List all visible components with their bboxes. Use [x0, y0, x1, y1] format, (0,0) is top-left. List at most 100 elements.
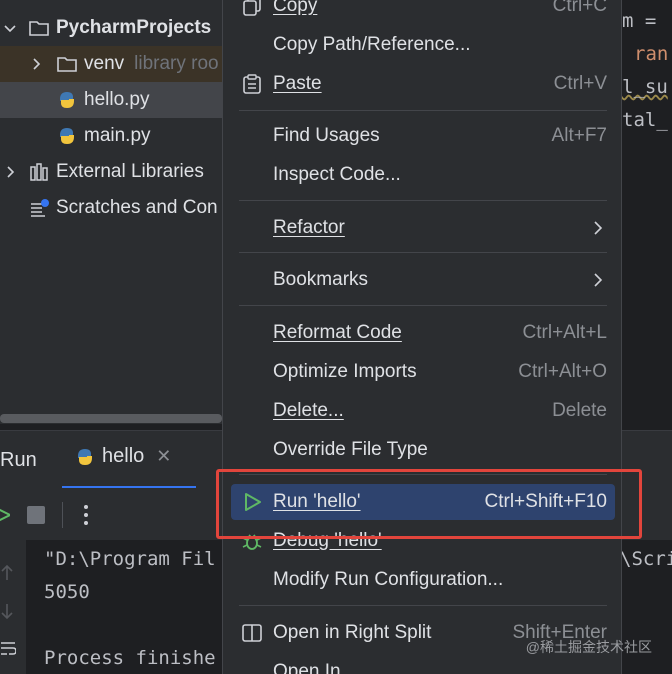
- code-line: l_su: [622, 76, 668, 98]
- more-options-icon[interactable]: [78, 502, 94, 528]
- menu-label: Run 'hello': [273, 491, 361, 512]
- menu-separator: [239, 252, 607, 253]
- console-line: Process finishe: [44, 647, 216, 669]
- menu-label: Refactor: [273, 217, 345, 238]
- scroll-up-icon[interactable]: [0, 564, 14, 587]
- menu-label: Inspect Code...: [273, 164, 401, 185]
- tree-row-main-py[interactable]: main.py: [0, 118, 222, 154]
- close-icon[interactable]: ✕: [156, 446, 171, 467]
- run-tab-hello[interactable]: hello ✕: [74, 445, 171, 468]
- scroll-down-icon[interactable]: [0, 602, 14, 625]
- tree-label-main-py: main.py: [84, 125, 151, 146]
- library-icon: [28, 161, 50, 183]
- menu-label: Find Usages: [273, 125, 380, 146]
- code-line: tal_: [622, 109, 668, 131]
- console-gutter: [0, 540, 26, 674]
- folder-icon: [56, 53, 78, 75]
- tree-horizontal-scrollbar[interactable]: [0, 412, 222, 424]
- rerun-icon[interactable]: [0, 504, 10, 526]
- menu-separator: [239, 605, 607, 606]
- menu-item-bookmarks[interactable]: Bookmarks: [231, 262, 615, 298]
- copy-icon: [241, 0, 263, 17]
- python-file-icon: [56, 125, 78, 147]
- menu-shortcut: Delete: [552, 400, 607, 421]
- chevron-down-icon[interactable]: [2, 20, 18, 36]
- menu-item-reformat-code[interactable]: Reformat Code Ctrl+Alt+L: [231, 315, 615, 351]
- menu-label: Copy Path/Reference...: [273, 34, 471, 55]
- menu-label: Bookmarks: [273, 269, 369, 290]
- project-tree-panel: PycharmProjects venv library roo hello.p…: [0, 0, 222, 412]
- tree-label-external-libraries: External Libraries: [56, 161, 204, 182]
- menu-item-open-in[interactable]: Open In: [231, 654, 615, 674]
- menu-label: Modify Run Configuration...: [273, 569, 504, 590]
- tree-label-root: PycharmProjects: [56, 17, 212, 38]
- menu-label: Copy: [273, 0, 318, 16]
- code-line: m =: [622, 10, 657, 32]
- menu-item-modify-run-config[interactable]: Modify Run Configuration...: [231, 562, 615, 598]
- code-editor[interactable]: m = ran l_su tal_: [622, 0, 672, 430]
- python-file-icon: [74, 446, 96, 468]
- run-icon: [241, 491, 263, 513]
- menu-item-find-usages[interactable]: Find Usages Alt+F7: [231, 118, 615, 154]
- paste-icon: [241, 73, 263, 95]
- menu-item-override-file-type[interactable]: Override File Type: [231, 432, 615, 468]
- menu-item-refactor[interactable]: Refactor: [231, 210, 615, 246]
- menu-item-optimize-imports[interactable]: Optimize Imports Ctrl+Alt+O: [231, 354, 615, 390]
- menu-item-copy[interactable]: Copy Ctrl+C: [231, 0, 615, 24]
- menu-label: Optimize Imports: [273, 361, 417, 382]
- menu-item-inspect-code[interactable]: Inspect Code...: [231, 157, 615, 193]
- tree-row-hello-py[interactable]: hello.py: [0, 82, 222, 118]
- menu-label: Override File Type: [273, 439, 428, 460]
- chevron-right-icon[interactable]: [28, 56, 44, 72]
- menu-label: Reformat Code: [273, 322, 402, 343]
- tree-label-venv: venv: [84, 53, 125, 74]
- menu-shortcut: Ctrl+V: [553, 73, 607, 94]
- menu-shortcut: Alt+F7: [551, 125, 607, 146]
- scratches-icon: [28, 197, 50, 219]
- run-window-title: Run: [0, 449, 37, 471]
- scrollbar-thumb[interactable]: [0, 414, 222, 423]
- console-line: "D:\Program Fil: [44, 548, 216, 570]
- tree-row-venv[interactable]: venv library roo: [0, 46, 222, 82]
- menu-label: Open in Right Split: [273, 622, 432, 643]
- split-view-icon: [241, 622, 263, 644]
- context-menu: Copy Ctrl+C Copy Path/Reference... Paste…: [222, 0, 622, 674]
- menu-shortcut: Ctrl+Alt+O: [518, 361, 607, 382]
- console-line: 5050: [44, 581, 90, 603]
- menu-item-run-hello[interactable]: Run 'hello' Ctrl+Shift+F10: [231, 484, 615, 520]
- menu-shortcut: Ctrl+Alt+L: [522, 322, 607, 343]
- menu-label: Debug 'hello': [273, 530, 382, 551]
- soft-wrap-icon[interactable]: [0, 640, 17, 663]
- menu-separator: [239, 110, 607, 111]
- tree-label-hello-py: hello.py: [84, 89, 150, 110]
- menu-shortcut: Ctrl+Shift+F10: [484, 491, 608, 512]
- python-file-icon: [56, 89, 78, 111]
- menu-shortcut: Ctrl+C: [552, 0, 607, 16]
- tree-row-scratches[interactable]: Scratches and Con: [0, 190, 222, 226]
- menu-separator: [239, 200, 607, 201]
- menu-label: Open In: [273, 661, 341, 674]
- tree-row-external-libraries[interactable]: External Libraries: [0, 154, 222, 190]
- toolbar-divider: [62, 502, 63, 528]
- submenu-arrow-icon: [593, 220, 603, 242]
- submenu-arrow-icon: [593, 272, 603, 294]
- menu-item-delete[interactable]: Delete... Delete: [231, 393, 615, 429]
- menu-separator: [239, 474, 607, 475]
- menu-item-copy-path[interactable]: Copy Path/Reference...: [231, 27, 615, 63]
- menu-separator: [239, 305, 607, 306]
- tree-label-scratches: Scratches and Con: [56, 197, 218, 218]
- watermark: @稀土掘金技术社区: [525, 639, 652, 655]
- menu-item-paste[interactable]: Paste Ctrl+V: [231, 66, 615, 102]
- stop-icon[interactable]: [26, 505, 46, 525]
- run-tab-label: hello: [102, 445, 145, 467]
- menu-label: Delete...: [273, 400, 344, 421]
- menu-label: Paste: [273, 73, 322, 94]
- tree-row-root[interactable]: PycharmProjects: [0, 10, 222, 46]
- tree-hint-library-root: library roo: [134, 53, 219, 74]
- folder-icon: [28, 17, 50, 39]
- code-line: ran: [634, 43, 669, 65]
- console-line-right: \Scri: [620, 548, 672, 570]
- chevron-right-icon[interactable]: [2, 164, 18, 180]
- debug-bug-icon: [241, 530, 263, 552]
- menu-item-debug-hello[interactable]: Debug 'hello': [231, 523, 615, 559]
